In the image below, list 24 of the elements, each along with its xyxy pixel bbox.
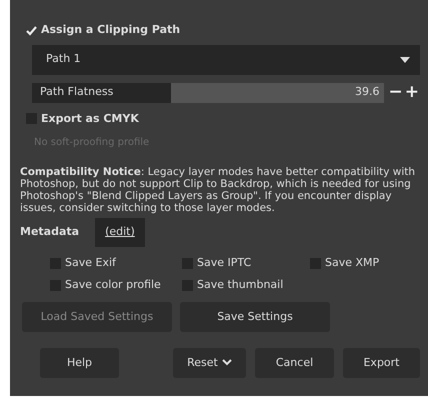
edit-link[interactable]: (edit) <box>95 218 145 247</box>
slider-label: Path Flatness <box>39 84 114 100</box>
slider-value: 39.6 <box>355 84 380 100</box>
checkbox-label: Save XMP <box>325 254 380 271</box>
dropdown-value: Path 1 <box>46 51 81 68</box>
dialog-button[interactable]: Export <box>343 348 420 378</box>
checkbox-label: Save IPTC <box>197 254 252 271</box>
dialog-button[interactable]: Reset <box>172 348 246 378</box>
checkbox-label: Assign a Clipping Path <box>41 22 180 38</box>
metadata-label: Metadata <box>20 224 80 240</box>
checkbox-label: Save thumbnail <box>197 277 284 294</box>
checkbox[interactable] <box>26 24 37 36</box>
path-dropdown[interactable]: Path 1 <box>32 44 420 74</box>
slider-track[interactable]: Path Flatness 39.6 <box>32 82 384 102</box>
notice-text: Compatibility Notice: Legacy layer modes have better compatibility with Photoshop, but do not support Clip to Backdrop, which is needed for using Photoshop's "Blend Clipped Layers as Group". If you encounter display issues, consider switching to those layer modes. <box>20 166 416 214</box>
checkbox-label: Save color profile <box>65 277 161 294</box>
settings-button[interactable]: Save Settings <box>180 302 330 332</box>
dialog-button[interactable]: Help <box>40 348 119 378</box>
decrement-button[interactable]: − <box>388 82 404 102</box>
dialog-button[interactable]: Cancel <box>255 348 334 378</box>
checkbox-label: Save Exif <box>65 254 116 271</box>
caret-icon <box>400 56 410 62</box>
increment-button[interactable]: + <box>404 82 420 102</box>
checkbox-label: Export as CMYK <box>41 110 139 126</box>
